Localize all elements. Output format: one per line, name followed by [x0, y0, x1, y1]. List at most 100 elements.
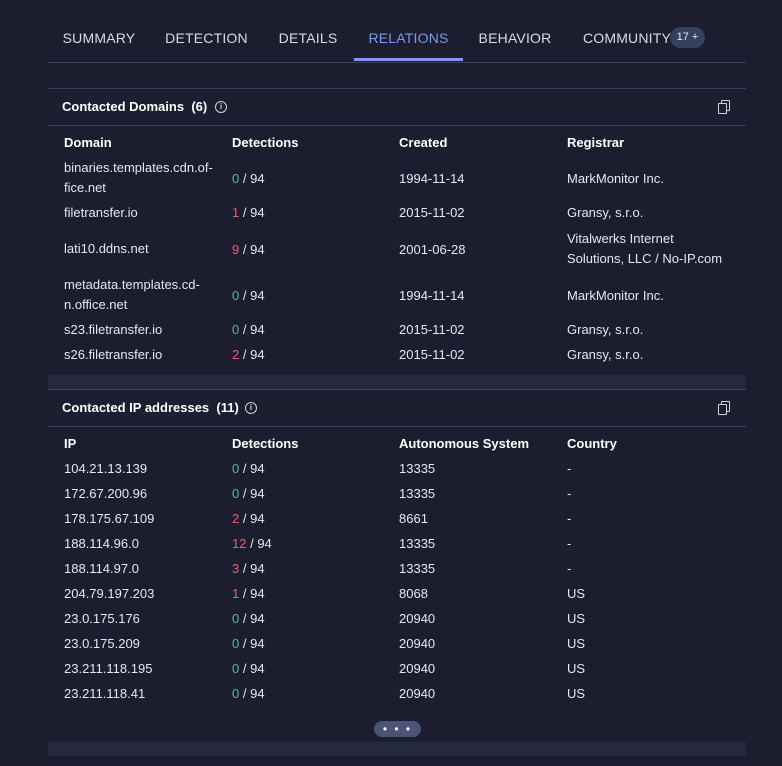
tab-bar: SUMMARY DETECTION DETAILS RELATIONS BEHA… — [48, 0, 746, 63]
ip-link: 104.21.13.139 — [64, 461, 148, 476]
registrar: MarkMonitor Inc. — [567, 171, 664, 186]
autonomous-system: 20940 — [399, 661, 436, 676]
registrar: MarkMonitor Inc. — [567, 288, 664, 303]
detection-total: / 94 — [242, 288, 265, 303]
detections-cell: 0 / 94 — [232, 169, 265, 189]
column-header-country: Country — [567, 436, 617, 451]
domain-link: metadata.templates.cd-n.office.net — [64, 277, 200, 312]
info-icon[interactable]: i — [215, 101, 227, 113]
ip-link: 178.175.67.109 — [64, 511, 155, 526]
detection-count: 0 — [232, 686, 240, 701]
detection-count: 0 — [232, 171, 240, 186]
detection-count: 1 — [232, 205, 240, 220]
ip-link: 23.211.118.41 — [64, 686, 146, 701]
created-date: 2015-11-02 — [399, 347, 465, 362]
detection-total: / 94 — [242, 511, 265, 526]
column-header-domain: Domain — [64, 135, 112, 150]
autonomous-system: 20940 — [399, 611, 436, 626]
detections-cell: 2 / 94 — [232, 345, 265, 365]
detection-total: / 94 — [242, 661, 265, 676]
detection-total: / 94 — [242, 322, 265, 337]
country: - — [567, 486, 572, 501]
domain-link: binaries.templates.cdn.of-fice.net — [64, 160, 213, 195]
tab-relations[interactable]: RELATIONS — [354, 0, 463, 62]
autonomous-system: 13335 — [399, 486, 436, 501]
autonomous-system: 8068 — [399, 586, 428, 601]
detections-cell: 0 / 94 — [232, 320, 265, 340]
detections-cell: 0 / 94 — [232, 634, 265, 654]
country: US — [567, 661, 586, 676]
domain-link: s23.filetransfer.io — [64, 322, 163, 337]
section-divider — [48, 375, 746, 389]
autonomous-system: 20940 — [399, 636, 436, 651]
domains-title: Contacted Domains (6) — [62, 99, 208, 114]
detection-total: / 94 — [242, 242, 265, 257]
column-header-autonomous-system: Autonomous System — [399, 436, 530, 451]
created-date: 1994-11-14 — [399, 288, 465, 303]
detections-cell: 0 / 94 — [232, 659, 265, 679]
detection-count: 9 — [232, 242, 240, 257]
domain-link: lati10.ddns.net — [64, 241, 149, 256]
detection-total: / 94 — [242, 205, 265, 220]
detections-cell: 0 / 94 — [232, 286, 265, 306]
autonomous-system: 20940 — [399, 686, 436, 701]
detections-cell: 0 / 94 — [232, 459, 265, 479]
country: US — [567, 611, 586, 626]
created-date: 2015-11-02 — [399, 322, 465, 337]
detections-cell: 12 / 94 — [232, 534, 272, 554]
detection-total: / 94 — [242, 171, 265, 186]
community-count-badge: 17 + — [670, 27, 705, 48]
detection-total: / 94 — [250, 536, 272, 551]
detection-total: / 94 — [242, 461, 265, 476]
autonomous-system: 13335 — [399, 561, 436, 576]
ip-link: 204.79.197.203 — [64, 586, 155, 601]
country: - — [567, 536, 572, 551]
ip-link: 188.114.97.0 — [64, 561, 139, 576]
country: - — [567, 561, 572, 576]
detection-total: / 94 — [242, 561, 265, 576]
detection-total: / 94 — [242, 636, 265, 651]
tab-community[interactable]: COMMUNITY — [577, 0, 677, 62]
detection-count: 3 — [232, 561, 240, 576]
tab-details[interactable]: DETAILS — [269, 0, 347, 62]
detection-count: 0 — [232, 288, 240, 303]
detections-cell: 9 / 94 — [232, 240, 265, 260]
country: US — [567, 586, 586, 601]
copy-icon[interactable] — [718, 100, 730, 114]
registrar: Gransy, s.r.o. — [567, 347, 644, 362]
domain-link: s26.filetransfer.io — [64, 347, 163, 362]
detection-total: / 94 — [242, 486, 265, 501]
domains-card-header: Contacted Domains (6) i — [48, 88, 746, 126]
copy-icon[interactable] — [718, 401, 730, 415]
detection-count: 2 — [232, 511, 240, 526]
detections-cell: 2 / 94 — [232, 509, 265, 529]
ips-title: Contacted IP addresses (11) — [62, 400, 239, 415]
country: - — [567, 461, 572, 476]
detection-count: 2 — [232, 347, 240, 362]
info-icon[interactable]: i — [245, 402, 257, 414]
autonomous-system: 13335 — [399, 536, 436, 551]
detection-count: 1 — [232, 586, 240, 601]
registrar: Gransy, s.r.o. — [567, 322, 644, 337]
created-date: 2015-11-02 — [399, 205, 465, 220]
tab-detection[interactable]: DETECTION — [157, 0, 256, 62]
detection-total: / 94 — [242, 611, 265, 626]
column-header-created: Created — [399, 135, 448, 150]
tab-behavior[interactable]: BEHAVIOR — [473, 0, 557, 62]
detections-cell: 0 / 94 — [232, 609, 265, 629]
show-more-button[interactable]: • • • — [374, 721, 421, 737]
column-header-registrar: Registrar — [567, 135, 625, 150]
column-header-detections: Detections — [232, 436, 299, 451]
detections-cell: 3 / 94 — [232, 559, 265, 579]
country: US — [567, 686, 586, 701]
detection-total: / 94 — [242, 686, 265, 701]
column-header-detections: Detections — [232, 135, 299, 150]
detection-total: / 94 — [242, 586, 265, 601]
created-date: 2001-06-28 — [399, 242, 466, 257]
detection-count: 12 — [232, 536, 247, 551]
column-header-ip: IP — [64, 436, 77, 451]
detections-cell: 1 / 94 — [232, 203, 265, 223]
country: - — [567, 511, 572, 526]
country: US — [567, 636, 586, 651]
tab-summary[interactable]: SUMMARY — [48, 0, 150, 62]
